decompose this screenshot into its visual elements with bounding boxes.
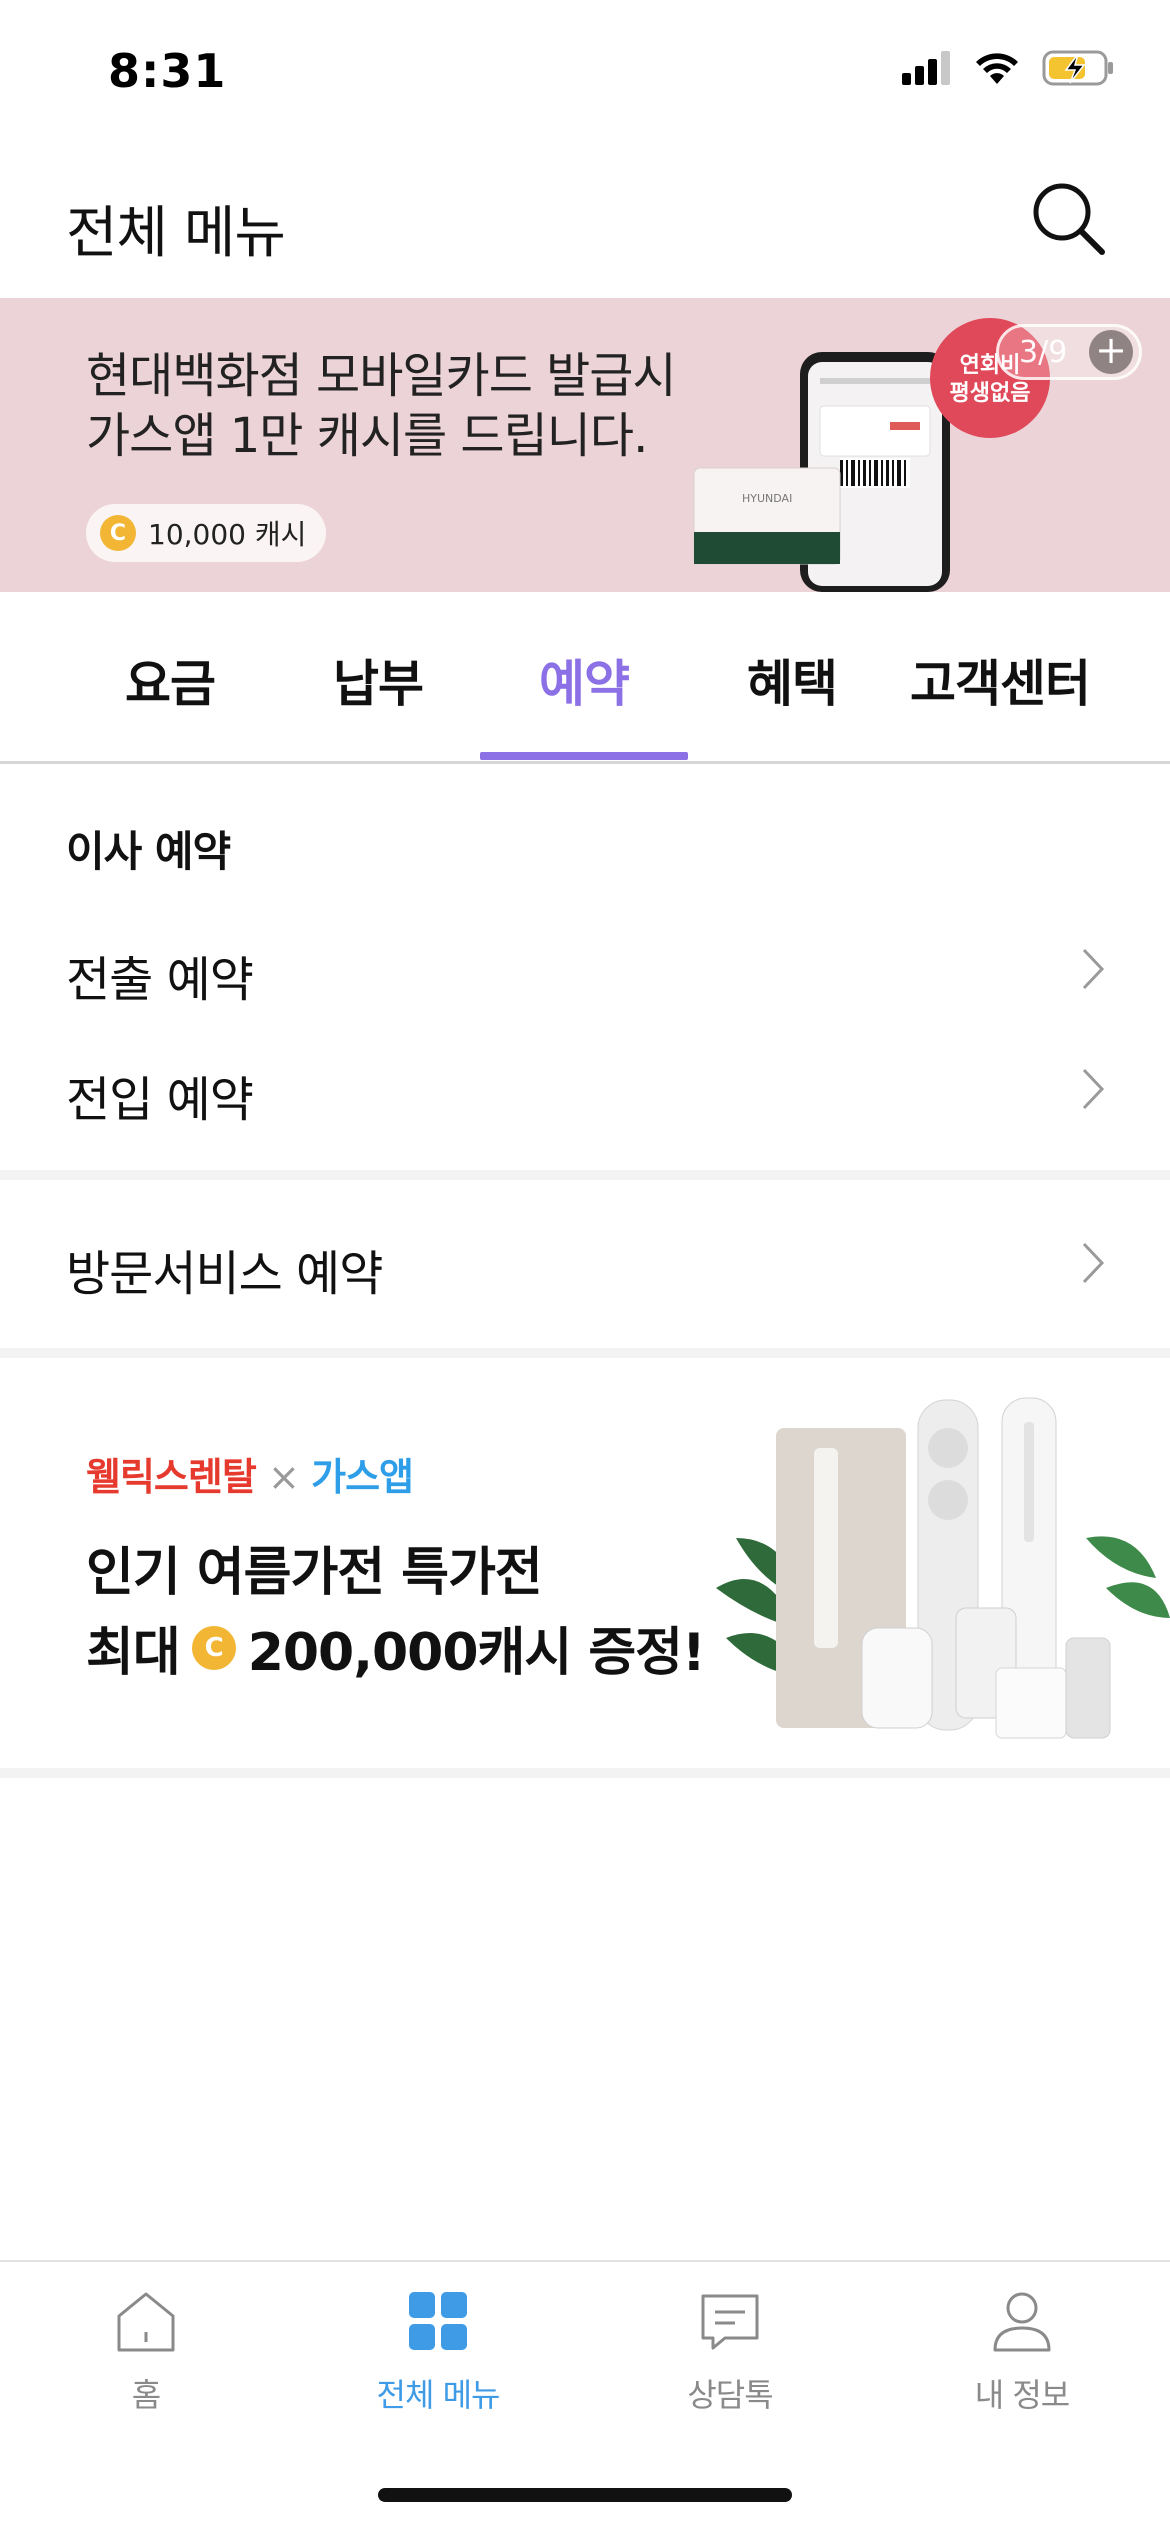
tab-reservation[interactable]: 예약 — [480, 644, 688, 716]
menu-row-move-in[interactable]: 전입 예약 — [0, 1034, 1170, 1144]
coin-icon: C — [100, 515, 136, 551]
menu-row-visit-service[interactable]: 방문서비스 예약 — [0, 1208, 1170, 1318]
ad-headline: 인기 여름가전 특가전 — [86, 1543, 543, 1603]
chevron-right-icon — [1082, 948, 1105, 990]
header: 전체 메뉴 — [0, 150, 1170, 298]
section-divider — [0, 1170, 1170, 1180]
status-icons — [902, 50, 1114, 86]
home-icon — [117, 2292, 175, 2352]
nav-all-menu[interactable]: 전체 메뉴 — [292, 2286, 584, 2416]
chevron-right-icon — [1082, 1068, 1105, 1110]
tab-customer-center[interactable]: 고객센터 — [896, 644, 1104, 716]
nav-home[interactable]: 홈 — [0, 2286, 292, 2416]
chevron-right-icon — [1082, 1242, 1105, 1284]
menu-label-move-in: 전입 예약 — [66, 1072, 254, 1128]
tab-benefits[interactable]: 혜택 — [688, 644, 896, 716]
status-bar: 8:31 — [0, 0, 1170, 150]
ad-brand-wellix: 웰릭스렌탈 — [86, 1455, 257, 1499]
section-divider — [0, 1768, 1170, 1778]
plus-icon[interactable]: + — [1089, 330, 1133, 374]
signal-icon — [902, 51, 950, 85]
menu-label-visit-service: 방문서비스 예약 — [66, 1246, 383, 1302]
battery-charging-icon — [1042, 50, 1113, 86]
banner-line-1: 현대백화점 모바일카드 발급시 — [86, 348, 677, 404]
search-icon — [1033, 183, 1105, 255]
home-indicator — [378, 2488, 792, 2502]
banner-counter-text: 3/9 — [1019, 334, 1068, 370]
nav-chat[interactable]: 상담톡 — [584, 2286, 876, 2416]
banner-line-2: 가스앱 1만 캐시를 드립니다. — [86, 408, 648, 464]
ad-brand-gasapp: 가스앱 — [311, 1455, 414, 1499]
menu-row-move-out[interactable]: 전출 예약 — [0, 914, 1170, 1024]
visit-service-section: 방문서비스 예약 — [0, 1180, 1170, 1348]
section-heading-moving: 이사 예약 — [66, 827, 231, 876]
active-tab-indicator — [480, 752, 688, 760]
ad-brand-separator: × — [268, 1455, 300, 1499]
chat-icon — [701, 2294, 759, 2350]
moving-reservation-section: 이사 예약 전출 예약 전입 예약 — [0, 764, 1170, 1172]
wifi-icon — [976, 53, 1018, 84]
nav-my-info[interactable]: 내 정보 — [876, 2286, 1168, 2416]
cash-label: 10,000 캐시 — [148, 518, 307, 551]
badge-line-2: 평생없음 — [950, 381, 1031, 406]
nav-label-my-info: 내 정보 — [974, 2376, 1071, 2414]
section-divider — [0, 1348, 1170, 1358]
ad-brand: 웰릭스렌탈 × 가스앱 — [86, 1446, 414, 1501]
ad-line2-suffix: 200,000캐시 증정! — [247, 1623, 706, 1683]
cash-pill: C 10,000 캐시 — [86, 504, 327, 562]
nav-label-chat: 상담톡 — [687, 2376, 773, 2414]
grid-menu-icon — [409, 2292, 467, 2350]
banner-page-counter[interactable]: 3/9 + — [996, 324, 1142, 380]
page-title: 전체 메뉴 — [66, 201, 286, 266]
coin-icon: C — [191, 1625, 236, 1670]
user-icon — [993, 2292, 1051, 2352]
card-brand-text: HYUNDAI — [742, 492, 792, 505]
status-time: 8:31 — [108, 44, 227, 98]
category-tabs: 요금 납부 예약 혜택 고객센터 — [0, 592, 1170, 764]
tab-fee[interactable]: 요금 — [66, 644, 274, 716]
nav-label-home: 홈 — [131, 2376, 161, 2414]
appliances-illustration — [716, 1397, 1170, 1739]
tab-payment[interactable]: 납부 — [274, 644, 482, 716]
ad-subheadline: 최대 C 200,000캐시 증정! — [86, 1610, 706, 1685]
nav-label-all-menu: 전체 메뉴 — [376, 2376, 501, 2414]
rental-ad-banner[interactable]: 웰릭스렌탈 × 가스앱 인기 여름가전 특가전 최대 C 200,000캐시 증… — [0, 1358, 1170, 1768]
search-button[interactable] — [1028, 178, 1108, 258]
promo-banner[interactable]: 현대백화점 모바일카드 발급시 가스앱 1만 캐시를 드립니다. C 10,00… — [0, 298, 1170, 592]
menu-label-move-out: 전출 예약 — [66, 952, 254, 1008]
ad-line2-prefix: 최대 — [86, 1623, 181, 1683]
banner-text: 현대백화점 모바일카드 발급시 가스앱 1만 캐시를 드립니다. — [86, 346, 677, 466]
